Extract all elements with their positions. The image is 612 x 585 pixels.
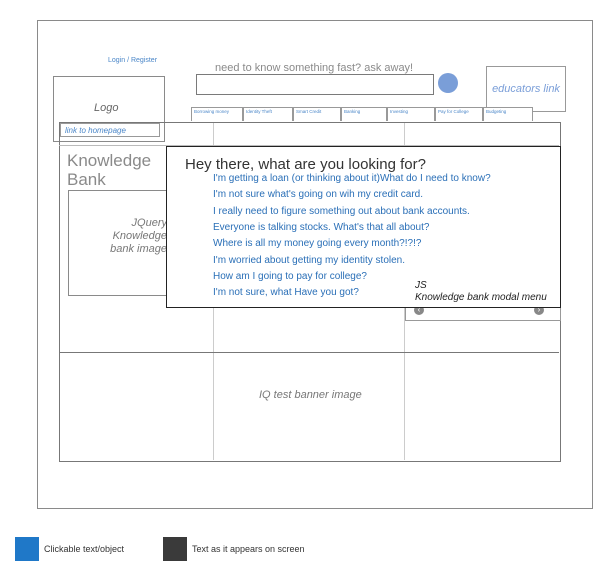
ask-prompt-label: need to know something fast? ask away!: [215, 62, 414, 74]
nav-item-budgeting[interactable]: Budgeting: [483, 107, 533, 121]
educators-link[interactable]: educators link: [486, 66, 566, 112]
nav-item-banking[interactable]: Banking: [341, 107, 387, 121]
modal-question[interactable]: Everyone is talking stocks. What's that …: [213, 222, 429, 233]
iq-banner-label: IQ test banner image: [259, 389, 362, 401]
nav-item-borrowing[interactable]: Borrowing money: [191, 107, 243, 121]
modal-question[interactable]: I really need to figure something out ab…: [213, 206, 470, 217]
modal-question[interactable]: How am I going to pay for college?: [213, 271, 367, 282]
nav-item-identity-theft[interactable]: Identity Theft: [243, 107, 293, 121]
legend-clickable-label: Clickable text/object: [44, 544, 125, 554]
legend-clickable-swatch: [15, 537, 39, 561]
modal-question[interactable]: Where is all my money going every month?…: [213, 238, 421, 249]
modal-annotation-line: Knowledge bank modal menu: [415, 292, 547, 303]
logo-label: Logo: [94, 102, 119, 114]
ask-submit-button[interactable]: [438, 73, 458, 93]
grid-divider: [59, 352, 559, 353]
legend-static-label: Text as it appears on screen: [192, 544, 305, 554]
ask-input[interactable]: [196, 74, 434, 95]
nav-item-smart-credit[interactable]: Smart Credit: [293, 107, 341, 121]
educators-link-label: educators link: [492, 83, 560, 95]
main-nav: Borrowing money Identity Theft Smart Cre…: [191, 107, 533, 121]
knowledge-bank-image-label: JQuery Knowledge bank image: [110, 217, 167, 255]
modal-question[interactable]: I'm worried about getting my identity st…: [213, 255, 405, 266]
legend-static-swatch: [163, 537, 187, 561]
knowledge-bank-image: JQuery Knowledge bank image: [68, 190, 182, 296]
login-register-link[interactable]: Login / Register: [108, 57, 157, 64]
modal-question[interactable]: I'm not sure, what Have you got?: [213, 287, 359, 298]
modal-annotation-line: JS: [415, 280, 427, 291]
modal-annotation: JS Knowledge bank modal menu: [415, 280, 547, 304]
homepage-link[interactable]: link to homepage: [60, 123, 160, 137]
modal-title: Hey there, what are you looking for?: [185, 156, 426, 173]
modal-question[interactable]: I'm getting a loan (or thinking about it…: [213, 173, 491, 184]
nav-item-pay-for-college[interactable]: Pay for College: [435, 107, 483, 121]
modal-question[interactable]: I'm not sure what's going on wih my cred…: [213, 189, 423, 200]
nav-item-investing[interactable]: Investing: [387, 107, 435, 121]
